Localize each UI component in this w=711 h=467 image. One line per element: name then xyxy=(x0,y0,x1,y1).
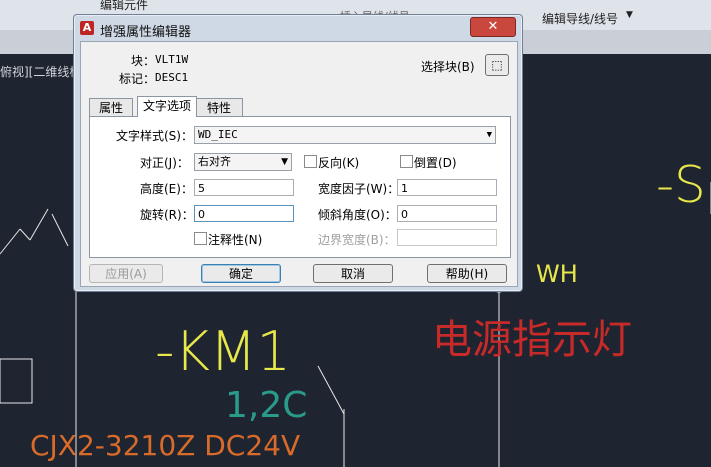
width-factor-label: 宽度因子(W)： xyxy=(318,182,400,196)
text-style-value: WD_IEC xyxy=(198,128,238,141)
apply-button[interactable]: 应用(A) xyxy=(89,264,163,283)
chevron-down-icon[interactable]: ▼ xyxy=(626,10,633,20)
switch-line xyxy=(19,228,31,241)
text-options-panel: 文字样式(S)： WD_IEC ▼ 对正(J)： 右对齐 ▼ 反向(K) 倒置(… xyxy=(89,116,511,258)
tag-value: DESC1 xyxy=(155,71,189,84)
help-button[interactable]: 帮助(H) xyxy=(427,264,507,283)
backwards-checkbox[interactable] xyxy=(304,155,317,168)
tab-text-options[interactable]: 文字选项 xyxy=(137,96,197,117)
select-cursor-icon: ⬚ xyxy=(491,58,503,72)
boundary-width-input[interactable] xyxy=(397,229,497,246)
component-box xyxy=(0,358,33,404)
upside-down-label: 倒置(D) xyxy=(414,156,457,170)
cad-text-power-label[interactable]: 电源指示灯 xyxy=(432,320,632,360)
ribbon-edit-component[interactable]: 编辑元件 xyxy=(100,0,148,13)
justify-value: 右对齐 xyxy=(198,155,231,168)
ok-button[interactable]: 确定 xyxy=(201,264,281,283)
cad-text-s[interactable]: -S xyxy=(656,160,706,210)
width-factor-input[interactable]: 1 xyxy=(397,179,497,196)
annotative-label: 注释性(N) xyxy=(208,233,263,247)
text-style-dropdown[interactable]: WD_IEC ▼ xyxy=(194,126,496,144)
oblique-angle-label: 倾斜角度(O)： xyxy=(318,208,397,222)
close-button[interactable]: ✕ xyxy=(470,17,516,37)
autocad-logo-icon: A xyxy=(80,21,94,35)
rotation-label: 旋转(R)： xyxy=(140,208,194,222)
select-block-label: 选择块(B) xyxy=(421,60,475,74)
enhanced-attribute-editor-dialog[interactable]: A 增强属性编辑器 ✕ 块： VLT1W 标记： DESC1 选择块(B) ⬚ … xyxy=(73,14,523,292)
justify-dropdown[interactable]: 右对齐 ▼ xyxy=(194,153,292,171)
switch-line xyxy=(29,208,49,241)
block-label: 块： xyxy=(131,54,156,68)
tab-strip: 属性 文字选项 特性 xyxy=(89,96,389,118)
rotation-input[interactable]: 0 xyxy=(194,205,294,222)
cad-text-model[interactable]: CJX2-3210Z DC24V xyxy=(30,432,300,460)
boundary-width-label: 边界宽度(B)： xyxy=(318,233,396,247)
cancel-button[interactable]: 取消 xyxy=(313,264,393,283)
chevron-down-icon: ▼ xyxy=(281,157,288,167)
cad-text-wh[interactable]: WH xyxy=(536,262,578,286)
dialog-title: 增强属性编辑器 xyxy=(100,25,192,40)
contact-line xyxy=(317,365,345,415)
cad-text-terminal[interactable]: 1,2C xyxy=(225,388,307,424)
dialog-titlebar[interactable]: A 增强属性编辑器 ✕ xyxy=(74,15,522,41)
annotative-checkbox[interactable] xyxy=(194,232,207,245)
switch-line xyxy=(51,213,69,247)
tab-attributes[interactable]: 属性 xyxy=(89,98,133,117)
justify-label: 对正(J)： xyxy=(140,156,189,170)
tag-label: 标记： xyxy=(119,72,156,86)
height-label: 高度(E)： xyxy=(140,182,193,196)
chevron-down-icon: ▼ xyxy=(486,130,492,140)
backwards-label: 反向(K) xyxy=(318,156,360,170)
tab-properties[interactable]: 特性 xyxy=(195,98,243,117)
block-value: VLT1W xyxy=(155,53,189,66)
ribbon-edit-wire[interactable]: 编辑导线/线号 xyxy=(542,10,618,27)
cad-text-km1[interactable]: -KM1 xyxy=(155,325,291,379)
switch-line xyxy=(0,228,21,255)
upside-down-checkbox[interactable] xyxy=(400,155,413,168)
text-style-label: 文字样式(S)： xyxy=(116,129,193,143)
oblique-angle-input[interactable]: 0 xyxy=(397,205,497,222)
dialog-client-area: 块： VLT1W 标记： DESC1 选择块(B) ⬚ 属性 文字选项 特性 文… xyxy=(80,41,518,287)
select-block-button[interactable]: ⬚ xyxy=(485,54,509,76)
height-input[interactable]: 5 xyxy=(194,179,294,196)
